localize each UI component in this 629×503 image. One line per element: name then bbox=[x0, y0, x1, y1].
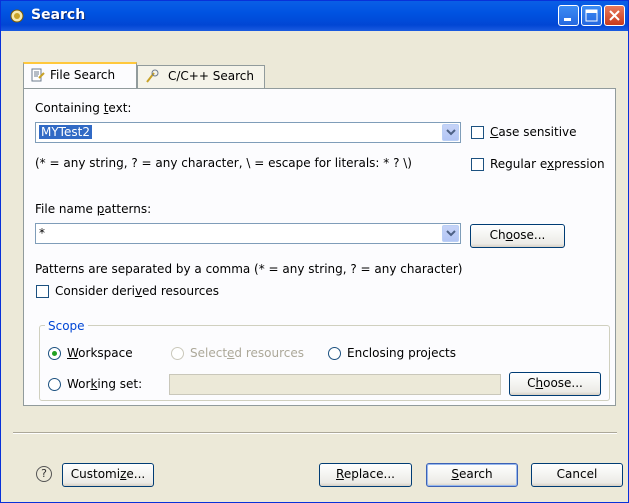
containing-text-hint: (* = any string, ? = any character, \ = … bbox=[35, 156, 412, 170]
replace-button[interactable]: Replace... bbox=[319, 463, 412, 487]
file-name-patterns-dropdown-button[interactable] bbox=[442, 225, 459, 242]
cpp-search-icon bbox=[146, 69, 159, 83]
containing-text-combo[interactable]: MYTest2 bbox=[35, 122, 461, 143]
maximize-button[interactable] bbox=[581, 5, 602, 26]
choose-working-set-button[interactable]: Choose... bbox=[509, 372, 601, 396]
footer-separator bbox=[13, 432, 617, 434]
case-sensitive-checkbox[interactable] bbox=[471, 126, 484, 139]
consider-derived-label[interactable]: Consider derived resources bbox=[55, 284, 219, 298]
containing-text-label: Containing text: bbox=[35, 101, 132, 115]
containing-text-value[interactable]: MYTest2 bbox=[39, 125, 92, 139]
chevron-down-icon bbox=[446, 129, 456, 136]
radio-selected-dot bbox=[52, 351, 57, 356]
workspace-radio[interactable] bbox=[48, 347, 61, 360]
search-flashlight-icon bbox=[10, 9, 24, 23]
working-set-field[interactable] bbox=[169, 374, 501, 395]
minimize-icon bbox=[564, 18, 571, 21]
search-button[interactable]: Search bbox=[426, 463, 518, 487]
tab-cpp-search-label: C/C++ Search bbox=[168, 69, 254, 83]
file-name-patterns-label: File name patterns: bbox=[35, 202, 152, 216]
minimize-button[interactable] bbox=[558, 5, 579, 26]
scope-group-title: Scope bbox=[45, 319, 88, 333]
tab-cpp-search[interactable]: C/C++ Search bbox=[137, 65, 265, 89]
chevron-down-icon bbox=[446, 230, 456, 237]
close-icon bbox=[609, 10, 620, 21]
selected-resources-label: Selected resources bbox=[190, 346, 305, 360]
window-title: Search bbox=[31, 7, 86, 23]
selected-resources-radio[interactable] bbox=[171, 347, 184, 360]
enclosing-projects-radio[interactable] bbox=[328, 347, 341, 360]
containing-text-dropdown-button[interactable] bbox=[442, 124, 459, 141]
search-dialog: Search File Search C/C++ Search Containi… bbox=[0, 0, 629, 503]
working-set-label[interactable]: Working set: bbox=[67, 377, 142, 391]
regex-checkbox[interactable] bbox=[471, 158, 484, 171]
consider-derived-checkbox[interactable] bbox=[36, 285, 49, 298]
title-bar[interactable]: Search bbox=[1, 1, 628, 31]
tab-file-search-label: File Search bbox=[50, 68, 116, 82]
workspace-label[interactable]: Workspace bbox=[67, 346, 133, 360]
maximize-icon bbox=[585, 9, 598, 22]
close-button[interactable] bbox=[604, 5, 625, 26]
file-name-patterns-hint: Patterns are separated by a comma (* = a… bbox=[35, 262, 463, 276]
customize-button[interactable]: Customize... bbox=[62, 463, 154, 487]
file-name-patterns-value[interactable]: * bbox=[39, 226, 45, 240]
file-name-patterns-combo[interactable]: * bbox=[35, 223, 461, 244]
enclosing-projects-label[interactable]: Enclosing projects bbox=[347, 346, 456, 360]
file-search-icon bbox=[31, 68, 45, 82]
case-sensitive-label[interactable]: Case sensitive bbox=[490, 125, 577, 139]
choose-patterns-button[interactable]: Choose... bbox=[470, 224, 565, 248]
regex-label[interactable]: Regular expression bbox=[490, 157, 605, 171]
tab-file-search[interactable]: File Search bbox=[23, 62, 137, 88]
cancel-button[interactable]: Cancel bbox=[531, 463, 623, 487]
help-icon[interactable]: ? bbox=[36, 466, 52, 482]
working-set-radio[interactable] bbox=[48, 378, 61, 391]
